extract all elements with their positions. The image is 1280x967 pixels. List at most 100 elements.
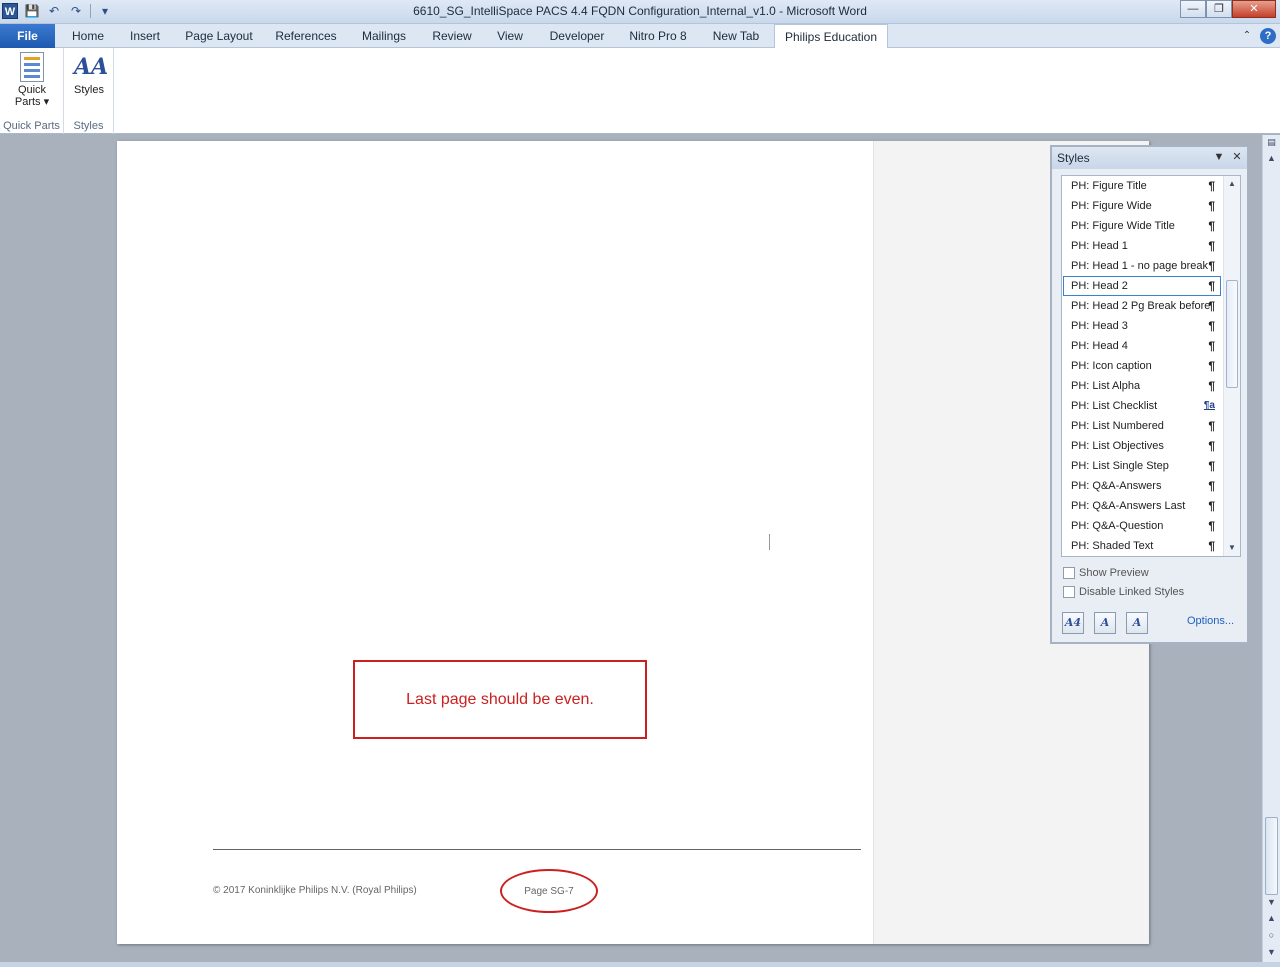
styles-pane: Styles ▼ ✕ PH: Figure Title ¶ PH: Figure … <box>1050 145 1249 644</box>
style-item[interactable]: PH: Q&A-Answers Last ¶ <box>1063 496 1221 516</box>
style-item[interactable]: PH: List Numbered ¶ <box>1063 416 1221 436</box>
tab-references[interactable]: References <box>270 24 342 48</box>
tab-nitro-pro[interactable]: Nitro Pro 8 <box>623 24 693 48</box>
show-preview-option[interactable]: Show Preview <box>1063 567 1149 579</box>
paragraph-mark-icon: ¶ <box>1208 199 1215 213</box>
style-item[interactable]: PH: Head 3 ¶ <box>1063 316 1221 336</box>
scroll-down-icon[interactable]: ▼ <box>1226 542 1238 554</box>
style-item[interactable]: PH: Figure Wide Title ¶ <box>1063 216 1221 236</box>
styles-button[interactable]: AA Styles <box>69 52 109 96</box>
annotation-text: Last page should be even. <box>406 690 594 708</box>
disable-linked-styles-checkbox[interactable] <box>1063 586 1075 598</box>
scroll-down-icon[interactable]: ▼ <box>1265 895 1278 909</box>
paragraph-mark-icon: ¶ <box>1208 319 1215 333</box>
tab-review[interactable]: Review <box>425 24 479 48</box>
styles-pane-header: Styles ▼ ✕ <box>1052 147 1247 169</box>
previous-page-icon[interactable]: ▲ <box>1265 911 1278 925</box>
tab-developer[interactable]: Developer <box>542 24 612 48</box>
vertical-scrollbar[interactable]: ▤ ▲ ▼ ▲ ○ ▼ <box>1262 135 1280 967</box>
style-item-label: PH: Icon caption <box>1071 360 1152 372</box>
style-item[interactable]: PH: Q&A-Answers ¶ <box>1063 476 1221 496</box>
tab-home[interactable]: Home <box>63 24 113 48</box>
tab-new-tab[interactable]: New Tab <box>705 24 767 48</box>
close-pane-icon[interactable]: ✕ <box>1230 150 1244 164</box>
style-item[interactable]: PH: List Alpha ¶ <box>1063 376 1221 396</box>
disable-linked-styles-label: Disable Linked Styles <box>1079 586 1185 598</box>
footer-page-number: Page SG-7 <box>524 885 574 897</box>
help-icon[interactable]: ? <box>1260 28 1276 44</box>
style-item-selected[interactable]: PH: Head 2 ¶ <box>1063 276 1221 296</box>
style-item[interactable]: PH: Head 1 ¶ <box>1063 236 1221 256</box>
tab-page-layout[interactable]: Page Layout <box>180 24 258 48</box>
style-item-label: PH: Q&A-Question <box>1071 520 1164 532</box>
paragraph-mark-icon: ¶ <box>1208 359 1215 373</box>
style-item-label: PH: Head 2 <box>1071 280 1128 292</box>
paragraph-mark-icon: ¶ <box>1208 259 1215 273</box>
style-item-label: PH: Figure Wide Title <box>1071 220 1175 232</box>
tab-philips-education[interactable]: Philips Education <box>774 24 888 49</box>
close-button[interactable]: ✕ <box>1232 0 1276 18</box>
style-item[interactable]: PH: Head 4 ¶ <box>1063 336 1221 356</box>
annotation-box: Last page should be even. <box>353 660 647 739</box>
styles-pane-title: Styles <box>1057 151 1090 165</box>
quick-parts-icon <box>20 52 44 82</box>
style-item-label: PH: Head 2 Pg Break before <box>1071 300 1211 312</box>
paragraph-mark-icon: ¶ <box>1208 479 1215 493</box>
quick-parts-group-label: Quick Parts <box>3 120 60 132</box>
style-item-label: PH: Head 1 - no page break <box>1071 260 1208 272</box>
style-item-label: PH: List Checklist <box>1071 400 1158 412</box>
options-link[interactable]: Options... <box>1187 615 1234 627</box>
minimize-button[interactable]: — <box>1180 0 1206 18</box>
styles-icon: AA <box>74 54 109 80</box>
tab-insert[interactable]: Insert <box>122 24 168 48</box>
show-preview-label: Show Preview <box>1079 567 1149 579</box>
paragraph-mark-icon: ¶ <box>1208 539 1215 553</box>
style-item[interactable]: PH: List Objectives ¶ <box>1063 436 1221 456</box>
style-item-label: PH: Head 3 <box>1071 320 1128 332</box>
scroll-up-icon[interactable]: ▲ <box>1265 151 1278 165</box>
styles-list-scrollbar[interactable]: ▲ ▼ <box>1223 176 1240 556</box>
style-item-label: PH: Head 1 <box>1071 240 1128 252</box>
pane-options-dropdown-icon[interactable]: ▼ <box>1212 150 1226 164</box>
footer-divider <box>213 849 861 850</box>
quick-parts-label: Quick Parts ▾ <box>14 84 50 108</box>
style-item[interactable]: PH: Icon caption ¶ <box>1063 356 1221 376</box>
next-page-icon[interactable]: ▼ <box>1265 945 1278 959</box>
tab-view[interactable]: View <box>490 24 530 48</box>
new-style-button[interactable]: A4 <box>1062 612 1084 634</box>
styles-list[interactable]: PH: Figure Title ¶ PH: Figure Wide ¶ PH: F… <box>1061 175 1241 557</box>
style-item[interactable]: PH: Head 2 Pg Break before ¶ <box>1063 296 1221 316</box>
document-page[interactable]: Last page should be even. © 2017 Koninkl… <box>117 141 1149 944</box>
collapse-ribbon-icon[interactable]: ⌃ <box>1240 28 1254 44</box>
style-inspector-button[interactable]: A <box>1094 612 1116 634</box>
show-preview-checkbox[interactable] <box>1063 567 1075 579</box>
paragraph-mark-icon: ¶ <box>1208 279 1215 293</box>
style-item[interactable]: PH: Q&A-Question ¶ <box>1063 516 1221 536</box>
scroll-thumb[interactable] <box>1265 817 1278 895</box>
quick-parts-button[interactable]: Quick Parts ▾ <box>8 52 56 108</box>
style-item-label: PH: List Objectives <box>1071 440 1164 452</box>
window-title: 6610_SG_IntelliSpace PACS 4.4 FQDN Confi… <box>413 4 867 18</box>
style-item-label: PH: Figure Title <box>1071 180 1147 192</box>
disable-linked-styles-option[interactable]: Disable Linked Styles <box>1063 586 1184 598</box>
maximize-button[interactable]: ❐ <box>1206 0 1232 18</box>
scroll-up-icon[interactable]: ▲ <box>1226 178 1238 190</box>
paragraph-mark-icon: ¶ <box>1208 439 1215 453</box>
paragraph-mark-icon: ¶ <box>1208 239 1215 253</box>
paragraph-mark-icon: ¶ <box>1208 519 1215 533</box>
tab-file[interactable]: File <box>0 24 55 48</box>
style-item[interactable]: PH: Head 1 - no page break ¶ <box>1063 256 1221 276</box>
styles-list-scroll-thumb[interactable] <box>1226 280 1238 388</box>
style-item[interactable]: PH: Figure Title ¶ <box>1063 176 1221 196</box>
style-item[interactable]: PH: List Single Step ¶ <box>1063 456 1221 476</box>
style-item[interactable]: PH: Figure Wide ¶ <box>1063 196 1221 216</box>
status-bar <box>0 962 1280 967</box>
tab-mailings[interactable]: Mailings <box>355 24 413 48</box>
style-item-label: PH: Q&A-Answers <box>1071 480 1162 492</box>
style-item[interactable]: PH: Shaded Text ¶ <box>1063 536 1221 556</box>
select-browse-object-icon[interactable]: ○ <box>1265 928 1278 942</box>
manage-styles-button[interactable]: A <box>1126 612 1148 634</box>
paragraph-mark-icon: ¶ <box>1208 459 1215 473</box>
ruler-toggle-icon[interactable]: ▤ <box>1265 135 1278 149</box>
style-item[interactable]: PH: List Checklist ¶a <box>1063 396 1221 416</box>
